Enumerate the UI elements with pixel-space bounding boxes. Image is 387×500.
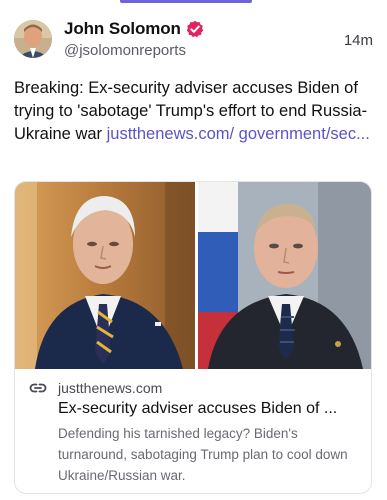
author-name[interactable]: John Solomon xyxy=(64,19,181,39)
preview-meta: justthenews.com Ex-security adviser accu… xyxy=(15,369,371,493)
author-row: John Solomon xyxy=(64,19,204,39)
author-handle[interactable]: @jsolomonreports xyxy=(64,42,186,59)
preview-title[interactable]: Ex-security adviser accuses Biden of ... xyxy=(58,400,361,418)
avatar[interactable] xyxy=(14,20,52,58)
post-link[interactable]: justthenews.com/ government/sec... xyxy=(107,125,370,143)
verified-badge-icon xyxy=(186,20,204,38)
link-preview-card[interactable]: justthenews.com Ex-security adviser accu… xyxy=(14,181,372,494)
link-icon xyxy=(29,381,47,395)
top-accent-bar xyxy=(120,0,252,3)
preview-image-left xyxy=(15,182,195,369)
preview-image-right xyxy=(198,182,371,369)
post-timestamp: 14m xyxy=(343,32,373,49)
post-header: John Solomon @jsolomonreports 14m xyxy=(14,18,373,62)
preview-description: Defending his tarnished legacy? Biden's … xyxy=(58,426,348,483)
post-body: Breaking: Ex-security adviser accuses Bi… xyxy=(14,77,372,146)
preview-domain: justthenews.com xyxy=(58,380,163,396)
